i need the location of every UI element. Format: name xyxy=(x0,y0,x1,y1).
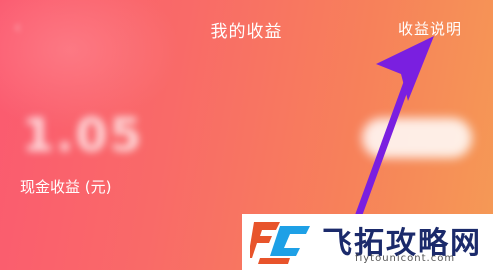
fly-logo-icon xyxy=(250,222,310,264)
watermark: 飞拓攻略网 fiytounicont.com xyxy=(242,214,493,270)
earnings-screen: ‹ 我的收益 收益说明 1.05 现金收益 (元) 飞拓攻略网 fiytouni… xyxy=(0,0,493,270)
withdraw-button[interactable] xyxy=(362,118,472,158)
watermark-url: fiytounicont.com xyxy=(354,253,456,264)
cash-earnings-amount: 1.05 xyxy=(22,108,144,162)
earnings-explanation-link[interactable]: 收益说明 xyxy=(398,18,462,39)
cash-earnings-label: 现金收益 (元) xyxy=(20,178,112,196)
